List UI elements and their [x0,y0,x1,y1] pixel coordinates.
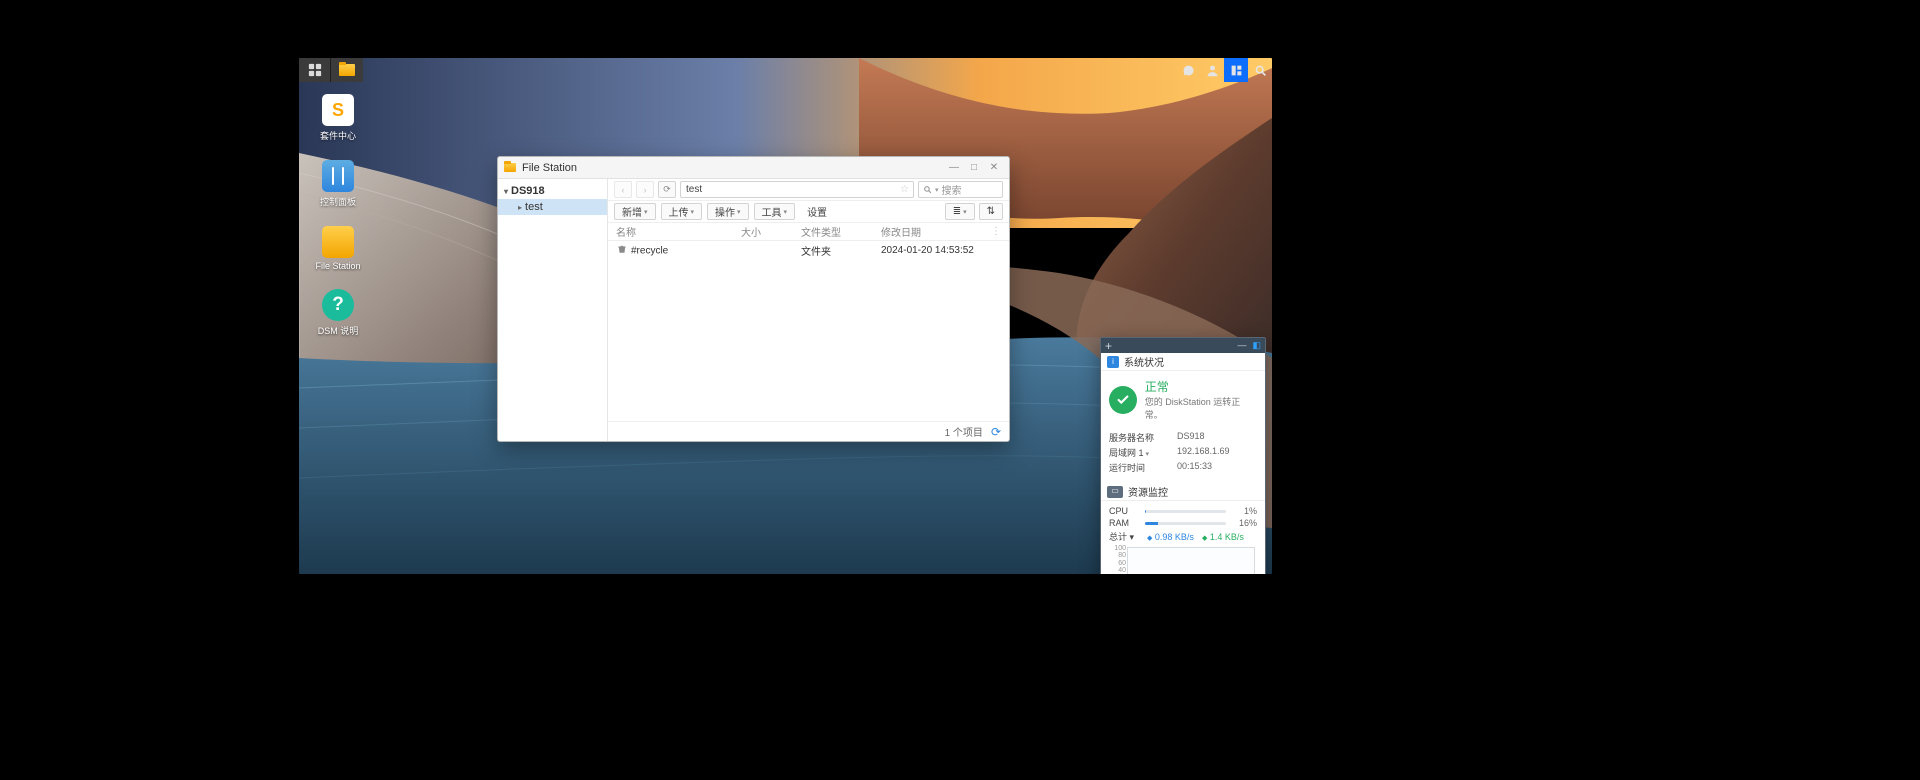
icon-label: DSM 说明 [318,324,359,337]
status-desc: 您的 DiskStation 运转正常。 [1145,395,1257,421]
info-icon: i [1107,356,1119,368]
desktop-icon-package-center[interactable]: 套件中心 [313,94,363,142]
cpu-bar [1145,510,1226,513]
widget-panel: + ― ◧ i系统状况 正常 您的 DiskStation 运转正常。 服务器名… [1100,337,1266,574]
status-bar: 1 个项目 ⟳ [608,421,1009,441]
monitor-icon: ▭ [1107,486,1123,498]
chevron-down-icon[interactable]: ▾ [1127,532,1134,542]
expand-icon: ▸ [518,203,522,212]
refresh-icon[interactable]: ⟳ [991,425,1001,439]
taskbar-filestation-button[interactable] [331,58,363,82]
col-name[interactable]: 名称 [614,224,739,239]
chevron-down-icon: ▾ [691,208,695,216]
widgets-toggle-icon[interactable] [1224,58,1248,82]
folder-icon [504,163,516,172]
status-block: 正常 您的 DiskStation 运转正常。 [1101,371,1265,428]
upload-button[interactable]: 上传▾ [661,203,703,220]
chevron-down-icon: ▾ [644,208,648,216]
widget-header[interactable]: + ― ◧ [1101,338,1265,353]
minimize-button[interactable]: ― [945,160,963,176]
icon-label: 控制面板 [320,195,356,208]
close-button[interactable]: ✕ [985,160,1003,176]
new-button[interactable]: 新增▾ [614,203,656,220]
desktop-icon-file-station[interactable]: File Station [313,226,363,271]
toolbar: 新增▾ 上传▾ 操作▾ 工具▾ 设置 ≣ ▾ ⇅ [608,201,1009,223]
refresh-button[interactable]: ⟳ [658,181,676,198]
col-more-icon[interactable]: ⋮ [989,226,1003,237]
file-row[interactable]: #recycle 文件夹 2024-01-20 14:53:52 [608,241,1009,259]
search-input[interactable]: ▾搜索 [918,181,1003,198]
user-icon[interactable] [1200,58,1224,82]
tree-item-test[interactable]: ▸test [498,199,607,215]
chevron-down-icon: ▾ [784,208,788,216]
status-label: 正常 [1145,378,1257,395]
main-menu-button[interactable] [299,58,331,82]
filestation-window: File Station ― □ ✕ ▾DS918 ▸test ‹ › ⟳ te… [497,156,1010,442]
view-list-button[interactable]: ≣ ▾ [945,203,975,220]
back-button[interactable]: ‹ [614,181,632,198]
desktop-screen: 套件中心 控制面板 File Station DSM 说明 File Stati… [299,58,1272,574]
system-info: 服务器名称DS918 局域网 1▾192.168.1.69 运行时间00:15:… [1101,428,1265,483]
settings-button[interactable]: 设置 [800,203,834,220]
folder-tree: ▾DS918 ▸test [498,179,608,441]
network-chart: 100806040200 [1127,547,1255,574]
col-type[interactable]: 文件类型 [799,224,879,239]
desktop-icon-control-panel[interactable]: 控制面板 [313,160,363,208]
col-date[interactable]: 修改日期 [879,224,979,239]
item-count: 1 个项目 [945,424,983,439]
nav-bar: ‹ › ⟳ test☆ ▾搜索 [608,179,1009,201]
action-button[interactable]: 操作▾ [707,203,749,220]
taskbar [299,58,1272,82]
collapse-icon: ▾ [504,187,508,196]
window-titlebar[interactable]: File Station ― □ ✕ [498,157,1009,179]
column-headers: 名称 大小 文件类型 修改日期 ⋮ [608,223,1009,241]
add-widget-button[interactable]: + [1105,339,1112,353]
maximize-button[interactable]: □ [965,160,983,176]
desktop-icon-dsm-help[interactable]: DSM 说明 [313,289,363,337]
resource-block: CPU1% RAM16% 总计 ▾◆ 0.98 KB/s◆ 1.4 KB/s 1… [1101,501,1265,574]
status-ok-icon [1109,386,1137,414]
icon-label: 套件中心 [320,129,356,142]
file-list: #recycle 文件夹 2024-01-20 14:53:52 [608,241,1009,421]
path-field[interactable]: test☆ [680,181,914,198]
search-icon[interactable] [1248,58,1272,82]
widget-minimize-button[interactable]: ― [1237,340,1246,351]
chat-icon[interactable] [1176,58,1200,82]
tree-root[interactable]: ▾DS918 [498,183,607,199]
desktop-icons: 套件中心 控制面板 File Station DSM 说明 [313,94,363,337]
widget-pin-button[interactable]: ◧ [1252,340,1261,351]
chevron-down-icon[interactable]: ▾ [1146,451,1150,458]
ram-bar [1145,522,1226,525]
sort-button[interactable]: ⇅ [979,203,1003,220]
window-title: File Station [522,162,945,174]
forward-button[interactable]: › [636,181,654,198]
resource-monitor-header: ▭资源监控 [1101,483,1265,501]
icon-label: File Station [315,261,360,271]
col-size[interactable]: 大小 [739,224,799,239]
favorite-icon[interactable]: ☆ [900,184,909,195]
system-status-header: i系统状况 [1101,353,1265,371]
chevron-down-icon: ▾ [737,208,741,216]
recycle-icon [616,243,627,254]
tools-button[interactable]: 工具▾ [754,203,796,220]
